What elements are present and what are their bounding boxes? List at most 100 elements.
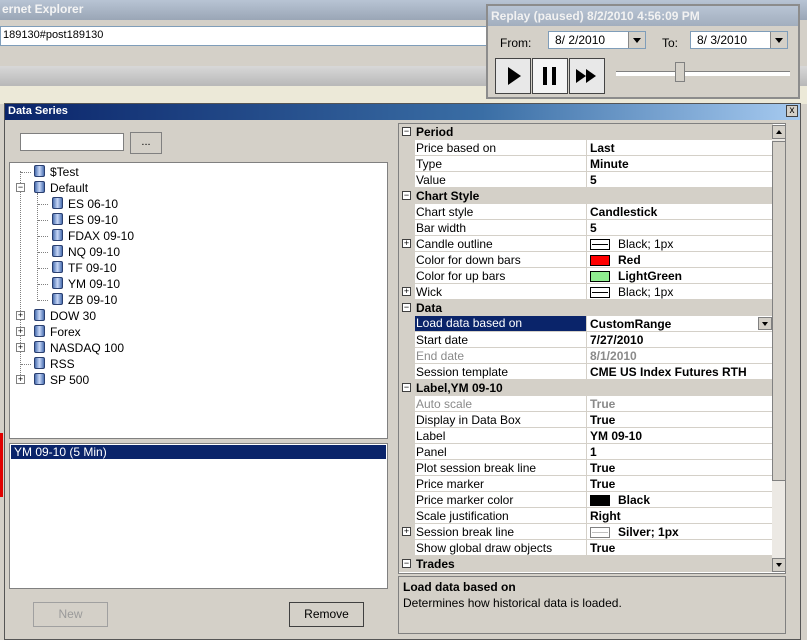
prop-label[interactable]: Label YM 09-10 [399,428,773,444]
replay-speed-slider[interactable] [675,62,686,82]
series-list[interactable]: YM 09-10 (5 Min) [9,443,388,589]
property-grid[interactable]: − Period Price based on Last Type Minute Va… [398,123,786,574]
prop-value[interactable]: Value 5 [399,172,773,188]
tree-item-dow-30[interactable]: + DOW 30 [10,308,380,324]
tree-item-nq-09-10[interactable]: NQ 09-10 [10,244,380,260]
prop-value[interactable]: True [590,461,773,476]
instrument-search-input[interactable] [20,133,124,151]
to-dropdown-icon[interactable] [770,32,787,48]
prop-value[interactable]: Last [590,141,773,156]
prop-price-marker[interactable]: Price marker True [399,476,773,492]
new-button[interactable]: New [33,602,108,627]
scroll-up-button[interactable] [772,125,785,139]
remove-button[interactable]: Remove [289,602,364,627]
prop-value[interactable]: 1 [590,445,773,460]
category-chart-style[interactable]: − Chart Style [399,188,773,204]
to-date-picker[interactable]: 8/ 3/2010 [690,31,788,49]
prop-value[interactable]: Black [590,493,773,508]
expand-icon[interactable]: + [402,527,411,536]
tree-item-sp-500[interactable]: + SP 500 [10,372,380,388]
prop-value[interactable]: Minute [590,157,773,172]
prop-value[interactable]: 7/27/2010 [590,333,773,348]
scroll-thumb[interactable] [772,141,785,481]
prop-value[interactable]: CustomRange [590,317,773,332]
collapse-icon[interactable]: − [402,191,411,200]
expand-icon[interactable]: + [16,375,25,384]
color-swatch-icon [590,495,610,506]
tree-item-test[interactable]: $Test [10,164,380,180]
prop-chart-style[interactable]: Chart style Candlestick [399,204,773,220]
prop-panel[interactable]: Panel 1 [399,444,773,460]
category-data[interactable]: − Data [399,300,773,316]
prop-candle-outline[interactable]: + Candle outline Black; 1px [399,236,773,252]
replay-speed-track[interactable] [616,71,790,76]
prop-value[interactable]: 5 [590,221,773,236]
prop-bar-width[interactable]: Bar width 5 [399,220,773,236]
scroll-down-button[interactable] [772,558,785,572]
browse-button[interactable]: ... [130,132,162,154]
prop-value[interactable]: True [590,413,773,428]
collapse-icon[interactable]: − [402,127,411,136]
tree-item-nasdaq-100[interactable]: + NASDAQ 100 [10,340,380,356]
prop-value[interactable]: LightGreen [590,269,773,284]
prop-session-template[interactable]: Session template CME US Index Futures RTH [399,364,773,380]
from-dropdown-icon[interactable] [628,32,645,48]
category-trades[interactable]: − Trades [399,556,773,572]
collapse-icon[interactable]: − [16,183,25,192]
tree-item-es-06-10[interactable]: ES 06-10 [10,196,380,212]
prop-scale-justification[interactable]: Scale justification Right [399,508,773,524]
series-list-item[interactable]: YM 09-10 (5 Min) [11,445,386,459]
prop-wick[interactable]: + Wick Black; 1px [399,284,773,300]
category-visual[interactable]: − Label,YM 09-10 [399,380,773,396]
prop-load-data-based-on[interactable]: Load data based on CustomRange [399,316,773,332]
play-button[interactable] [495,58,531,94]
collapse-icon[interactable]: − [402,303,411,312]
tree-item-default[interactable]: − Default [10,180,380,196]
address-bar[interactable]: 189130#post189130 [0,26,492,46]
prop-session-break-line[interactable]: + Session break line Silver; 1px [399,524,773,540]
instrument-tree[interactable]: $Test − Default ES 06-10 ES 09-10 FDAX 0… [9,162,388,439]
prop-plot-session-break-line[interactable]: Plot session break line True [399,460,773,476]
tree-item-zb-09-10[interactable]: ZB 09-10 [10,292,380,308]
tree-item-ym-09-10[interactable]: YM 09-10 [10,276,380,292]
expand-icon[interactable]: + [16,343,25,352]
prop-value[interactable]: YM 09-10 [590,429,773,444]
prop-value[interactable]: Black; 1px [590,237,773,252]
prop-name: Display in Data Box [416,413,521,427]
prop-type[interactable]: Type Minute [399,156,773,172]
prop-value[interactable]: True [590,477,773,492]
tree-item-rss[interactable]: RSS [10,356,380,372]
prop-value[interactable]: Right [590,509,773,524]
prop-down-bar-color[interactable]: Color for down bars Red [399,252,773,268]
close-icon[interactable]: x [786,105,798,117]
prop-value[interactable]: True [590,541,773,556]
prop-display-in-data-box[interactable]: Display in Data Box True [399,412,773,428]
prop-up-bar-color[interactable]: Color for up bars LightGreen [399,268,773,284]
tree-item-es-09-10[interactable]: ES 09-10 [10,212,380,228]
expand-icon[interactable]: + [16,327,25,336]
prop-value[interactable]: 5 [590,173,773,188]
tree-item-forex[interactable]: + Forex [10,324,380,340]
prop-price-based-on[interactable]: Price based on Last [399,140,773,156]
tree-item-fdax-09-10[interactable]: FDAX 09-10 [10,228,380,244]
collapse-icon[interactable]: − [402,559,411,568]
prop-value[interactable]: Candlestick [590,205,773,220]
expand-icon[interactable]: + [402,239,411,248]
expand-icon[interactable]: + [402,287,411,296]
prop-show-global-draw-objects[interactable]: Show global draw objects True [399,540,773,556]
category-period[interactable]: − Period [399,124,773,140]
expand-icon[interactable]: + [16,311,25,320]
property-grid-scrollbar[interactable] [772,125,785,572]
prop-value[interactable]: Red [590,253,773,268]
prop-value[interactable]: Silver; 1px [590,525,773,540]
prop-price-marker-color[interactable]: Price marker color Black [399,492,773,508]
pause-button[interactable] [532,58,568,94]
tree-item-tf-09-10[interactable]: TF 09-10 [10,260,380,276]
prop-start-date[interactable]: Start date 7/27/2010 [399,332,773,348]
fast-forward-button[interactable] [569,58,605,94]
from-date-picker[interactable]: 8/ 2/2010 [548,31,646,49]
prop-value[interactable]: Black; 1px [590,285,773,300]
collapse-icon[interactable]: − [402,383,411,392]
prop-value[interactable]: CME US Index Futures RTH [590,365,773,380]
chevron-down-icon[interactable] [758,317,772,330]
